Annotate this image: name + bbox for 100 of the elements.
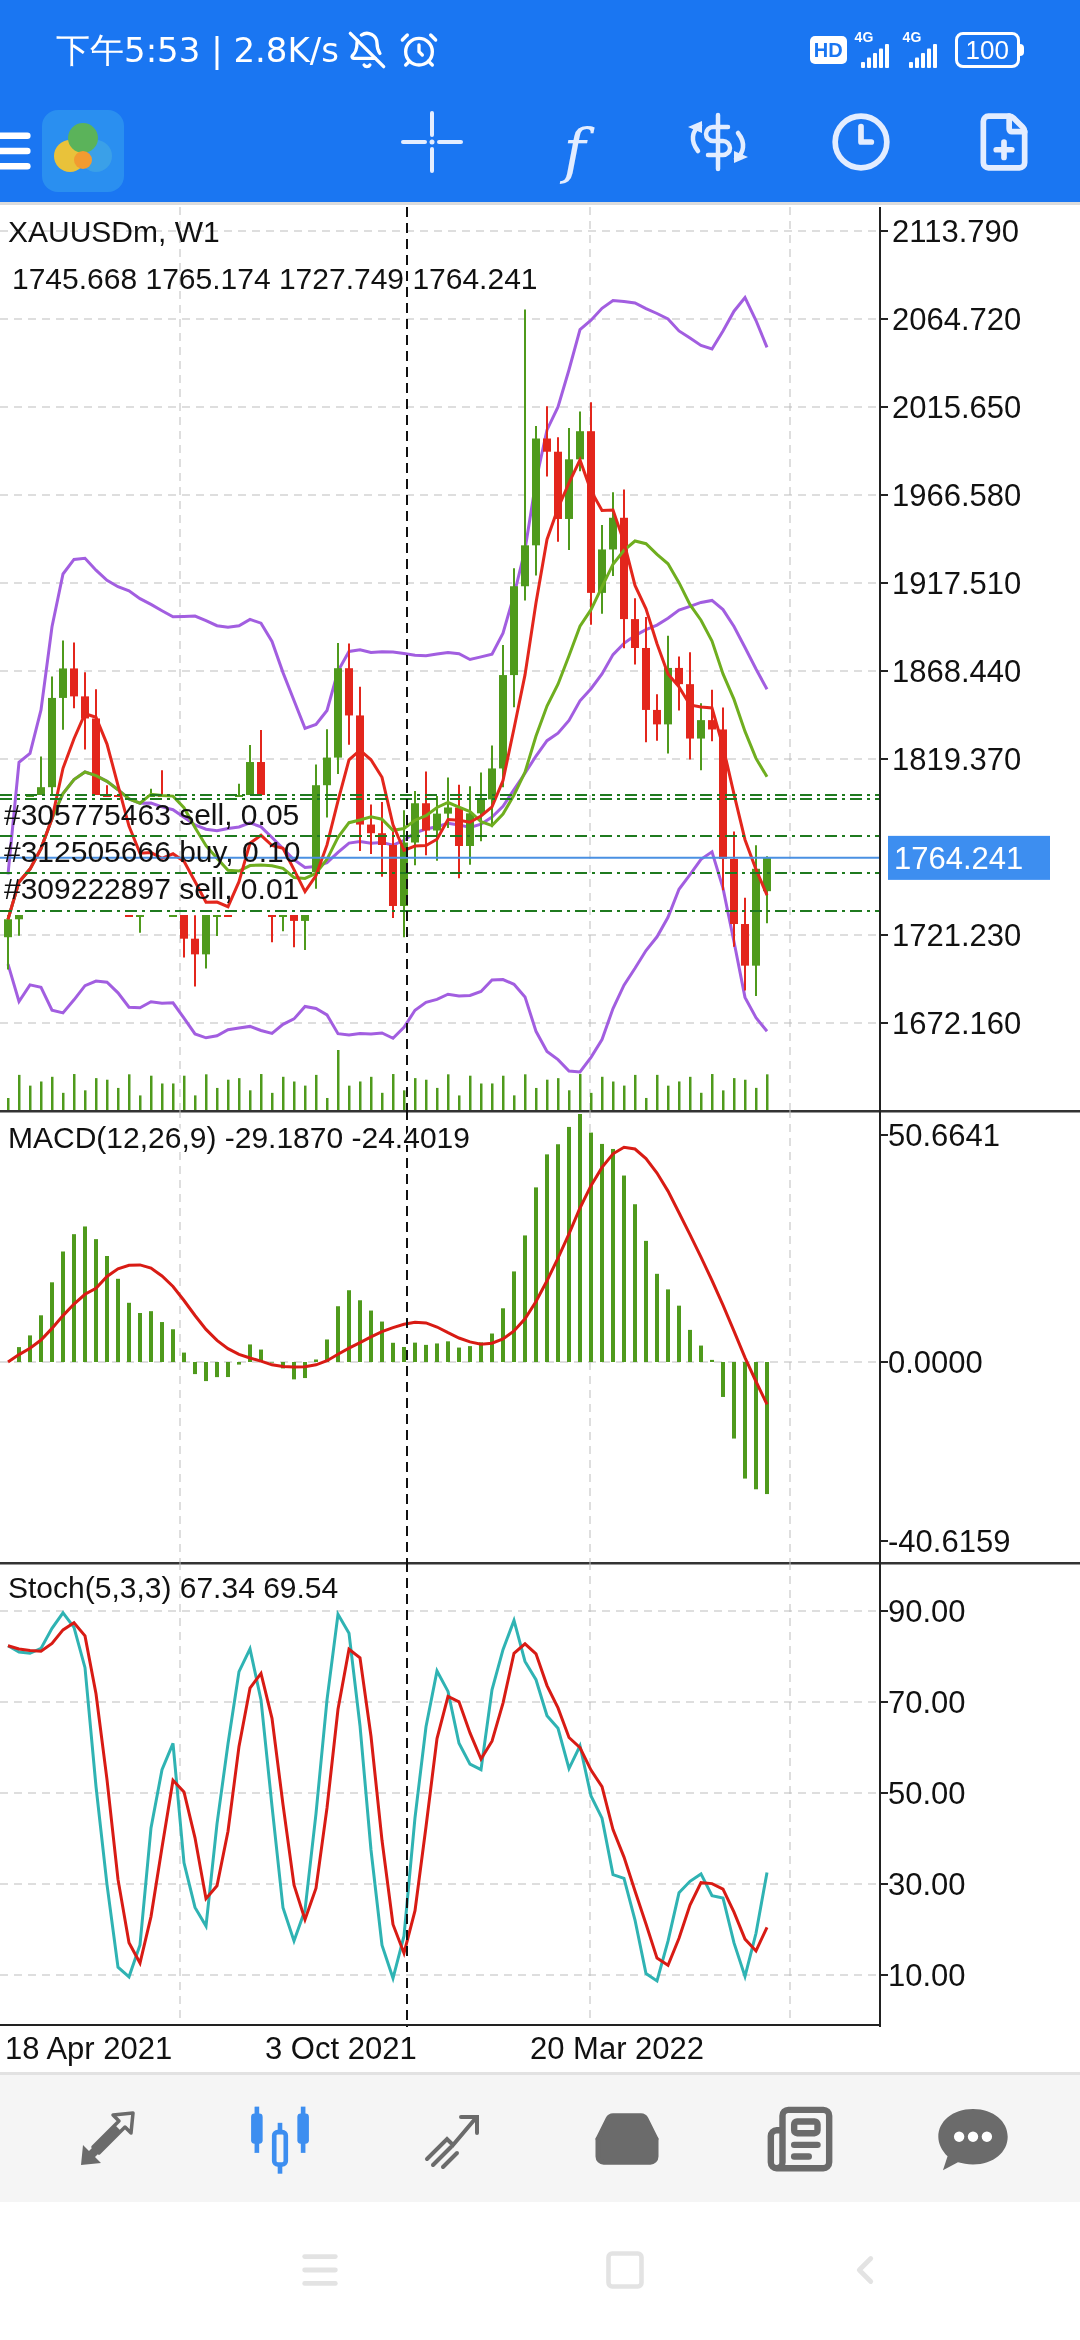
price-axis-label: 1672.160	[892, 1006, 1022, 1041]
symbol-label: XAUUSDm, W1	[8, 215, 220, 248]
candle	[158, 769, 166, 797]
candle	[477, 771, 485, 843]
candle	[70, 641, 78, 710]
macd-bar	[259, 1349, 263, 1362]
candle	[246, 743, 254, 796]
macd-bar	[347, 1290, 351, 1362]
time-and-speed: 下午5:53 | 2.8K/s	[56, 28, 339, 72]
candle	[180, 914, 188, 959]
battery-level: 100	[954, 32, 1020, 68]
macd-bar	[303, 1362, 307, 1379]
date-label: 18 Apr 2021	[5, 2031, 173, 2066]
macd-bar	[325, 1339, 329, 1362]
battery-tip	[1020, 44, 1024, 56]
macd-bar	[479, 1342, 483, 1362]
macd-label: MACD(12,26,9) -29.1870 -24.4019	[8, 1121, 470, 1154]
macd-bar	[721, 1362, 725, 1397]
macd-bar	[391, 1342, 395, 1362]
macd-bar	[413, 1342, 417, 1362]
macd-bar	[358, 1300, 362, 1362]
candle	[697, 702, 705, 772]
macd-bar	[446, 1341, 450, 1362]
macd-bar	[138, 1313, 142, 1362]
candle	[708, 688, 716, 743]
clock-icon[interactable]	[829, 111, 892, 173]
macd-bar	[501, 1308, 505, 1362]
macd-axis-label: -40.6159	[888, 1524, 1011, 1559]
stochastic-label: Stoch(5,3,3) 67.34 69.54	[8, 1571, 339, 1604]
macd-bar	[226, 1362, 230, 1378]
macd-bar	[292, 1362, 296, 1380]
macd-bar	[336, 1306, 340, 1362]
macd-bar	[17, 1347, 21, 1362]
candle	[653, 693, 661, 742]
macd-bar	[160, 1322, 164, 1362]
price-axis-label: 1917.510	[892, 566, 1022, 601]
macd-bar	[402, 1347, 406, 1362]
network-type: 4G	[854, 30, 874, 44]
candle	[675, 655, 683, 712]
candle	[202, 914, 210, 970]
ohlc-values: 1745.668 1765.174 1727.749 1764.241	[12, 262, 538, 295]
bell-off-icon	[346, 30, 387, 70]
macd-bar	[369, 1310, 373, 1362]
macd-bar	[193, 1362, 197, 1375]
stochastic-axis-label: 50.00	[888, 1776, 966, 1811]
candle	[433, 794, 441, 862]
macd-bar	[215, 1362, 219, 1378]
macd-bar	[710, 1359, 714, 1362]
date-label: 20 Mar 2022	[530, 2031, 705, 2066]
candle	[301, 914, 309, 952]
candle	[125, 914, 133, 917]
price-axis-label: 1721.230	[892, 918, 1022, 953]
current-price-badge: 1764.241	[888, 835, 1050, 880]
candle	[257, 729, 265, 796]
candle	[4, 914, 12, 971]
price-axis-label: 1868.440	[892, 654, 1022, 689]
macd-bar	[171, 1329, 175, 1362]
macd-bar	[380, 1321, 384, 1362]
macd-axis-label: 0.0000	[888, 1345, 983, 1380]
candle	[136, 914, 144, 934]
candle	[213, 914, 221, 937]
macd-bar	[204, 1362, 208, 1382]
macd-bar	[149, 1311, 153, 1362]
macd-bar	[39, 1315, 43, 1362]
macd-bar	[248, 1344, 252, 1362]
candle	[367, 803, 375, 856]
candle	[444, 776, 452, 829]
candle	[114, 794, 122, 797]
candle	[37, 755, 45, 796]
app-logo-icon[interactable]	[42, 110, 124, 192]
hd-badge: HD	[809, 36, 847, 64]
candle	[147, 787, 155, 797]
macd-bar	[237, 1362, 241, 1365]
stochastic-axis-label: 90.00	[888, 1594, 966, 1629]
price-axis-label: 2064.720	[892, 302, 1022, 337]
stochastic-axis-label: 10.00	[888, 1958, 966, 1993]
macd-bar	[468, 1346, 472, 1362]
macd-bar	[28, 1335, 32, 1362]
candle	[631, 597, 639, 666]
macd-bar	[127, 1302, 131, 1362]
macd-bar	[182, 1352, 186, 1362]
macd-bar	[677, 1305, 681, 1362]
price-axis-label: 1819.370	[892, 742, 1022, 777]
network-type: 4G	[902, 30, 922, 44]
candle	[103, 784, 111, 797]
macd-bar	[688, 1329, 692, 1362]
date-label: 3 Oct 2021	[265, 2031, 417, 2066]
macd-axis-label: 50.6641	[888, 1118, 1001, 1153]
candle	[26, 794, 34, 797]
candle	[15, 914, 23, 937]
alarm-clock-icon	[398, 30, 439, 70]
indicators-button[interactable]: f	[555, 111, 594, 191]
candle	[576, 410, 584, 473]
price-axis-label: 1966.580	[892, 478, 1022, 513]
macd-bar	[490, 1333, 494, 1362]
price-axis-label: 2015.650	[892, 390, 1022, 425]
crosshair-icon[interactable]	[400, 111, 463, 173]
candle	[169, 914, 177, 917]
macd-bar	[314, 1359, 318, 1362]
candle	[224, 914, 232, 917]
